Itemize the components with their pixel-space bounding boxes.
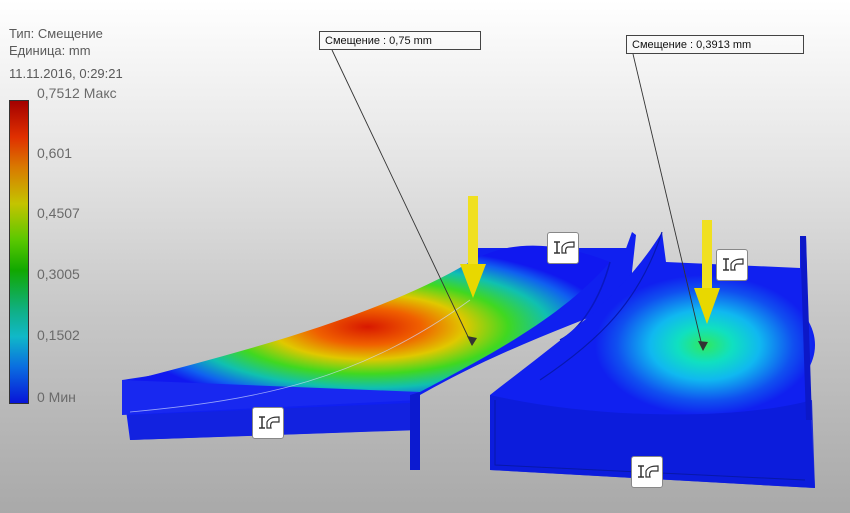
result-timestamp: 11.11.2016, 0:29:21 xyxy=(9,66,123,81)
result-unit: Единица: mm xyxy=(9,43,91,58)
legend-label-min: 0 Мин xyxy=(37,389,76,405)
legend-label: 0,4507 xyxy=(37,205,80,221)
probe-callout[interactable]: Смещение : 0,3913 mm xyxy=(626,35,804,54)
fixed-constraint-icon[interactable] xyxy=(547,232,579,264)
legend-label: 0,3005 xyxy=(37,266,80,282)
fixed-constraint-icon[interactable] xyxy=(631,456,663,488)
legend-label: 0,1502 xyxy=(37,327,80,343)
probe-callout[interactable]: Смещение : 0,75 mm xyxy=(319,31,481,50)
result-type: Тип: Смещение xyxy=(9,26,103,41)
graphics-viewport[interactable]: Тип: Смещение Единица: mm 11.11.2016, 0:… xyxy=(0,0,850,513)
legend-label: 0,601 xyxy=(37,145,73,161)
fixed-constraint-icon[interactable] xyxy=(716,249,748,281)
color-legend-bar xyxy=(9,100,29,404)
legend-label-max: 0,7512 Макс xyxy=(37,85,117,101)
fixed-constraint-icon[interactable] xyxy=(252,407,284,439)
